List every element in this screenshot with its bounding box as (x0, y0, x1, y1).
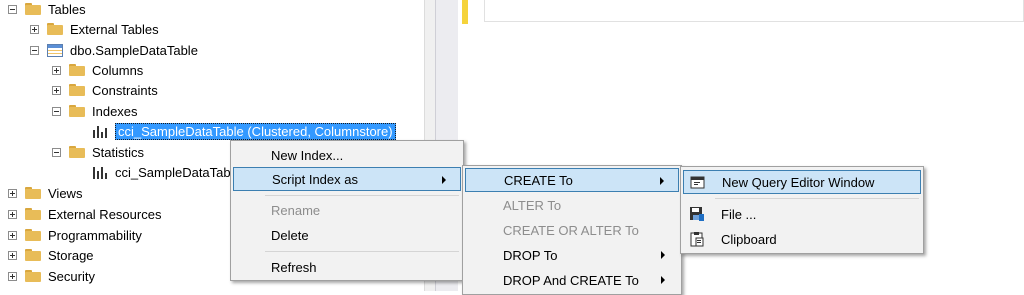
tree-node-label: dbo.SampleDataTable (70, 42, 198, 58)
folder-icon (25, 229, 41, 241)
folder-icon (69, 146, 85, 158)
menu-separator (715, 198, 919, 199)
tree-node-label: Columns (92, 62, 144, 78)
menu-item-script-index-as[interactable]: Script Index as (233, 167, 461, 191)
menu-item-create-to[interactable]: CREATE To (465, 168, 679, 192)
tree-node-label: External Tables (70, 21, 159, 37)
expand-icon[interactable] (30, 24, 39, 34)
tree-node-label: External Resources (48, 206, 162, 222)
menu-item-delete[interactable]: Delete (233, 223, 461, 247)
editor-current-line[interactable] (484, 0, 1024, 22)
expand-icon[interactable] (8, 188, 17, 198)
tree-node-label: Storage (48, 247, 94, 263)
tree-node-constraints[interactable]: Constraints (52, 80, 158, 100)
create-to-submenu: New Query Editor Window File ... Clipboa… (680, 166, 924, 254)
tree-node-views[interactable]: Views (8, 183, 82, 203)
expand-icon[interactable] (8, 271, 17, 281)
tree-node-label: cci_SampleDataTab (115, 164, 231, 180)
menu-item-clipboard[interactable]: Clipboard (683, 227, 921, 251)
menu-item-new-index[interactable]: New Index... (233, 143, 461, 167)
folder-icon (25, 208, 41, 220)
tree-node-tables[interactable]: Tables (8, 0, 86, 19)
submenu-arrow-icon (442, 176, 446, 184)
menu-item-drop-and-create-to[interactable]: DROP And CREATE To (465, 268, 679, 292)
menu-item-label: File ... (721, 206, 757, 222)
menu-item-label: DROP And CREATE To (503, 272, 639, 288)
tree-node-programmability[interactable]: Programmability (8, 225, 142, 245)
folder-icon (69, 64, 85, 76)
folder-icon (25, 270, 41, 282)
submenu-arrow-icon (660, 177, 664, 185)
tree-node-sample-table[interactable]: dbo.SampleDataTable (30, 40, 198, 60)
expand-icon[interactable] (8, 250, 17, 260)
change-marker (462, 0, 468, 24)
context-menu: New Index... Script Index as Rename Dele… (230, 140, 464, 281)
expand-icon[interactable] (52, 65, 61, 75)
menu-separator (265, 251, 459, 252)
table-icon (47, 43, 63, 57)
menu-item-label: CREATE OR ALTER To (503, 222, 639, 238)
folder-icon (47, 23, 63, 35)
menu-item-drop-to[interactable]: DROP To (465, 243, 679, 267)
menu-item-label: ALTER To (503, 197, 562, 213)
tree-node-label: Programmability (48, 227, 142, 243)
tree-node-label: Indexes (92, 103, 138, 119)
menu-item-label: New Query Editor Window (722, 174, 875, 190)
tree-node-label: Constraints (92, 82, 158, 98)
tree-node-external-resources[interactable]: External Resources (8, 204, 161, 224)
submenu-arrow-icon (661, 276, 665, 284)
menu-item-label: Refresh (271, 259, 317, 275)
tree-node-label: Tables (48, 1, 86, 17)
tree-node-label: Statistics (92, 144, 145, 160)
tree-node-label: cci_SampleDataTable (Clustered, Columnst… (115, 122, 396, 140)
menu-item-label: DROP To (503, 247, 558, 263)
folder-icon (69, 84, 85, 96)
tree-node-storage[interactable]: Storage (8, 245, 94, 265)
tree-node-columns[interactable]: Columns (52, 60, 143, 80)
tree-node-label: Views (48, 185, 83, 201)
tree-node-external-tables[interactable]: External Tables (30, 19, 159, 39)
menu-item-label: Clipboard (721, 231, 777, 247)
menu-item-label: Rename (271, 202, 321, 218)
expand-icon[interactable] (52, 85, 61, 95)
tree-node-indexes[interactable]: Indexes (52, 101, 138, 121)
collapse-icon[interactable] (52, 147, 61, 157)
menu-item-label: Script Index as (272, 171, 358, 187)
menu-item-label: CREATE To (504, 172, 573, 188)
tree-node-cci-stat[interactable]: cci_SampleDataTab (92, 162, 231, 182)
folder-icon (69, 105, 85, 117)
tree-node-label: Security (48, 268, 95, 284)
statistics-icon (92, 165, 108, 179)
tree-node-security[interactable]: Security (8, 266, 95, 286)
menu-item-file[interactable]: File ... (683, 202, 921, 226)
menu-item-rename[interactable]: Rename (233, 198, 461, 222)
script-index-submenu: CREATE To ALTER To CREATE OR ALTER To DR… (462, 165, 682, 295)
menu-item-create-or-alter-to[interactable]: CREATE OR ALTER To (465, 218, 679, 242)
menu-item-alter-to[interactable]: ALTER To (465, 193, 679, 217)
columnstore-index-icon (92, 124, 108, 138)
expand-icon[interactable] (8, 209, 17, 219)
save-file-icon (690, 207, 704, 221)
folder-icon (25, 249, 41, 261)
menu-item-label: Delete (271, 227, 309, 243)
tree-node-cci-index[interactable]: cci_SampleDataTable (Clustered, Columnst… (92, 121, 396, 141)
folder-icon (25, 187, 41, 199)
folder-icon (25, 3, 41, 15)
collapse-icon[interactable] (8, 4, 17, 14)
menu-separator (265, 195, 459, 196)
menu-item-refresh[interactable]: Refresh (233, 255, 461, 279)
collapse-icon[interactable] (52, 106, 61, 116)
submenu-arrow-icon (661, 251, 665, 259)
tree-node-statistics[interactable]: Statistics (52, 142, 144, 162)
clipboard-icon (690, 232, 704, 247)
new-query-window-icon (690, 176, 705, 189)
menu-item-label: New Index... (271, 147, 344, 163)
expand-icon[interactable] (8, 230, 17, 240)
menu-item-new-query-editor-window[interactable]: New Query Editor Window (683, 170, 921, 194)
collapse-icon[interactable] (30, 45, 39, 55)
